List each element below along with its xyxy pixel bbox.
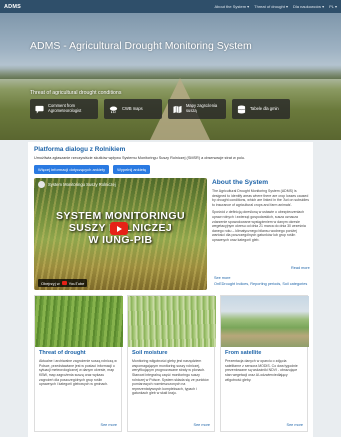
- card-from-satellite: From satellite Prezentacja danych w opar…: [220, 295, 309, 432]
- drought-maps-button[interactable]: Mapy zagrożenia suszą: [168, 99, 226, 119]
- watch-on-youtube-button[interactable]: Obejrzyj w YouTube: [38, 279, 88, 287]
- about-related-links[interactable]: OnEDrought Indices, Reporting periods, S…: [214, 282, 307, 286]
- video-header: System Monitoringu Suszy Rolniczej: [38, 181, 116, 188]
- youtube-label: YouTube: [68, 280, 85, 286]
- farmer-dialogue-text: Umożliwia zgłaszanie rzeczywiście skutkó…: [34, 156, 246, 160]
- about-read-more-link[interactable]: Read more: [291, 266, 310, 270]
- cwb-maps-button[interactable]: CWB maps: [104, 99, 162, 119]
- top-navbar: ADMS About the System ▾ Threat of drough…: [0, 0, 341, 13]
- green-crops-image: [128, 296, 216, 347]
- card-text: Monitoring wilgotności gleby jest narzęd…: [132, 359, 209, 396]
- feature-cards: Threat of drought Aktualne i archiwalne …: [34, 295, 309, 432]
- about-paragraph: The Agricultural Drought Monitoring Syst…: [212, 189, 309, 207]
- fill-survey-button[interactable]: Wypełnij ankietę: [113, 165, 151, 174]
- brand-logo[interactable]: ADMS: [4, 4, 21, 10]
- card-see-more-link[interactable]: See more: [194, 423, 210, 427]
- watch-on-label: Obejrzyj w: [41, 280, 60, 286]
- hero-banner: ADMS - Agricultural Drought Monitoring S…: [0, 13, 341, 140]
- database-icon: [237, 105, 246, 114]
- about-title: About the System: [212, 179, 269, 186]
- hero-title: ADMS - Agricultural Drought Monitoring S…: [30, 40, 252, 52]
- aerial-landscape-image: [221, 296, 309, 347]
- farmer-dialogue-buttons: Więcej informacji dotyczących ankiety Wy…: [34, 165, 307, 174]
- about-paragraph: Spośród z definicją określoną w ustawie …: [212, 210, 306, 243]
- comment-button-label: Comment from Agrometeorologist: [48, 103, 82, 113]
- farmer-dialogue-section: Platforma dialogu z Rolnikiem Umożliwia …: [28, 142, 313, 178]
- card-text: Aktualne i archiwalne zagrożenie suszą r…: [39, 359, 117, 387]
- video-channel-name[interactable]: System Monitoringu Suszy Rolniczej: [48, 182, 116, 187]
- play-button[interactable]: [110, 222, 128, 235]
- cloud-rain-icon: [109, 105, 118, 114]
- card-title[interactable]: From satellite: [225, 350, 303, 356]
- card-title[interactable]: Threat of drought: [39, 350, 117, 356]
- card-text: Prezentacja danych w oparciu o zdjęcia s…: [225, 359, 298, 382]
- map-icon: [173, 105, 182, 114]
- nav-menu: About the System ▾ Threat of drought ▾ D…: [214, 4, 337, 9]
- municipality-tables-button[interactable]: Tabele dla gmin: [232, 99, 290, 119]
- about-section: About the System The Agricultural Drough…: [212, 179, 309, 243]
- hero-button-group: Comment from Agrometeorologist CWB maps …: [30, 99, 290, 119]
- main-content: Platforma dialogu z Rolnikiem Umożliwia …: [28, 142, 313, 437]
- card-soil-moisture: Soil moisture Monitoring wilgotności gle…: [127, 295, 216, 432]
- cwb-maps-label: CWB maps: [122, 105, 143, 111]
- nav-item-threat[interactable]: Threat of drought ▾: [254, 4, 288, 9]
- hero-subtitle: Threat of agricultural drought condition…: [30, 90, 122, 96]
- comment-icon: [35, 105, 44, 114]
- nav-item-language[interactable]: PL ▾: [329, 4, 337, 9]
- about-see-more-link[interactable]: See more: [214, 276, 230, 280]
- video-title-line: SYSTEM MONITORINGU: [56, 210, 185, 222]
- card-threat-of-drought: Threat of drought Aktualne i archiwalne …: [34, 295, 123, 432]
- drought-maps-label: Mapy zagrożenia suszą: [186, 103, 218, 113]
- farmer-dialogue-title: Platforma dialogu z Rolnikiem: [34, 146, 126, 153]
- comment-button[interactable]: Comment from Agrometeorologist: [30, 99, 98, 119]
- nav-item-about[interactable]: About the System ▾: [214, 4, 249, 9]
- nav-item-scientists[interactable]: Dla naukowców ▾: [293, 4, 324, 9]
- channel-avatar: [38, 181, 45, 188]
- card-title[interactable]: Soil moisture: [132, 350, 210, 356]
- card-see-more-link[interactable]: See more: [287, 423, 303, 427]
- youtube-icon: [61, 281, 67, 285]
- wheat-field-image: [35, 296, 123, 347]
- play-icon: [116, 225, 122, 232]
- survey-info-button[interactable]: Więcej informacji dotyczących ankiety: [34, 165, 110, 174]
- video-title-line: W IUNG-PIB: [88, 234, 153, 247]
- video-player[interactable]: System Monitoringu Suszy Rolniczej SYSTE…: [34, 178, 207, 290]
- hero-treeline: [0, 65, 341, 79]
- municipality-tables-label: Tabele dla gmin: [250, 105, 279, 111]
- card-see-more-link[interactable]: See more: [101, 423, 117, 427]
